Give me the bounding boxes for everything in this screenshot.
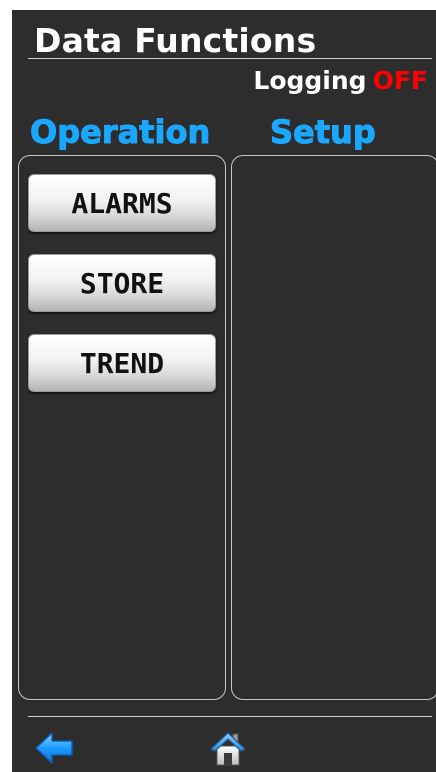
operation-section-label: Operation	[29, 113, 211, 151]
back-arrow-icon[interactable]	[32, 728, 76, 768]
trend-button[interactable]: TREND	[28, 334, 216, 392]
logging-indicator: Logging OFF	[253, 68, 428, 93]
home-icon[interactable]	[206, 728, 250, 768]
setup-section-label: Setup	[270, 113, 377, 151]
logging-status: OFF	[372, 66, 428, 95]
page-title: Data Functions	[34, 21, 317, 60]
store-button[interactable]: STORE	[28, 254, 216, 312]
logging-label: Logging	[253, 66, 367, 95]
setup-panel	[231, 155, 436, 700]
alarms-button[interactable]: ALARMS	[28, 174, 216, 232]
data-functions-screen: Data Functions Logging OFF Operation Setu…	[12, 10, 436, 772]
footer-divider	[28, 716, 432, 717]
header-divider	[28, 58, 432, 59]
operation-panel	[18, 155, 226, 700]
